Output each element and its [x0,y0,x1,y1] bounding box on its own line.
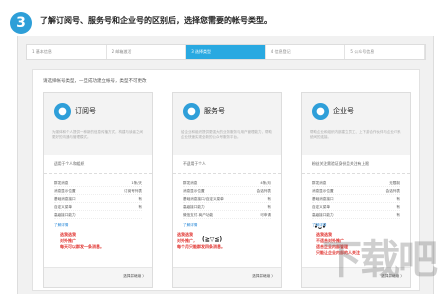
feature-row: 基础消息接口有 [312,197,400,203]
learn-more-link[interactable]: 了解详情 [44,219,152,232]
step-number-badge: 3 [10,12,32,34]
card-audience: 不适用于个人 [173,155,281,174]
card-audience: 适用于个人和组织 [44,155,152,174]
subscription-account-card[interactable]: ● 订阅号 为媒体和个人提供一种新的信息传播方式，构建与读者之间更好的沟通与管理… [43,92,153,288]
feature-row: 自定义菜单有 [54,205,142,211]
feature-row: 基础消息接口/自定义菜单有 [183,197,271,203]
feature-row: 消息显示位置 会话列表 [183,189,271,195]
feature-row: 高级接口能力 [54,211,142,219]
step-email-activation: 2 邮箱激活 [107,45,187,59]
page-header: 3 了解订阅号、服务号和企业号的区别后，选择您需要的帐号类型。 [0,0,448,36]
speech-bubble-icon: ● [54,103,71,120]
card-audience: 粉丝关注需验证身份且关注有上限 [302,155,410,174]
feature-row: 基础消息接口有 [54,197,142,203]
card-footer: 选择并继续 〉 [44,267,152,287]
feature-row: 高级接口能力有 [312,213,400,219]
feature-row: 消息显示位置 订阅号列表 [54,189,142,195]
card-header: ● 订阅号 为媒体和个人提供一种新的信息传播方式，构建与读者之间更好的沟通与管理… [44,93,152,155]
feature-row: 自定义菜单有 [312,205,400,211]
card-header: ● 服务号 给企业和组织提供更强大的业务服务与用户管理能力，帮助企业快速实现全新… [173,93,281,155]
learn-more-link[interactable]: 了解详情 [173,219,281,232]
step-info-registration: 4 信息登记 [266,45,346,59]
feature-row: 微信支付-商户功能 可申请 [183,213,271,219]
feature-list: 群发消息 4条/月 消息显示位置 会话列表 基础消息接口/自定义菜单有 高级接口能力… [173,179,281,219]
card-description: 帮助企业和组织内部建立员工、上下游合作伙伴与企业IT系统间的连接。 [310,130,401,139]
globe-icon: ● [312,103,329,120]
select-continue-button[interactable]: 选择并继续 〉 [252,274,275,279]
person-icon: ● [183,103,200,120]
feature-row: 群发消息 1条/天 [54,181,142,187]
card-description: 为媒体和个人提供一种新的信息传播方式，构建与读者之间更好的沟通与管理模式。 [52,130,143,139]
select-continue-button[interactable]: 选择并继续 〉 [123,274,146,279]
card-title: 企业号 [333,107,354,115]
page-title: 了解订阅号、服务号和企业号的区别后，选择您需要的帐号类型。 [40,16,272,25]
card-header: ● 企业号 帮助企业和组织内部建立员工、上下游合作伙伴与企业IT系统间的连接。 [302,93,410,155]
emoticon: (≧▽≦) [202,236,223,243]
step-select-type: 3 选择类型 [186,45,266,59]
feature-row: 群发消息 4条/月 [183,181,271,187]
annotation-note: 选我选我 对外推广 每天可以群发一条消息。 [60,232,104,249]
card-title: 订阅号 [75,107,96,115]
feature-row: 消息显示位置 会话列表 [312,189,400,195]
card-description: 给企业和组织提供更强大的业务服务与用户管理能力，帮助企业快速实现全新的公众号服务… [181,130,272,139]
step-basic-info: 1 基本信息 [27,45,107,59]
type-hint-text: 请选择帐号类型，一旦成功建立帐号，类型不可更改 [43,79,147,84]
feature-list: 群发消息 1条/天 消息显示位置 订阅号列表 基础消息接口有 自定义菜单有 高级接口… [44,179,152,219]
service-account-card[interactable]: ● 服务号 给企业和组织提供更强大的业务服务与用户管理能力，帮助企业快速实现全新… [172,92,282,288]
card-title: 服务号 [204,107,225,115]
feature-row: 群发消息 无限制 [312,181,400,187]
step-progress-bar: 1 基本信息 2 邮箱激活 3 选择类型 4 信息登记 5 公众号信息 [26,44,426,60]
feature-row: 高级接口能力有 [183,205,271,211]
step-account-info: 5 公众号信息 [345,45,425,59]
card-footer: 选择并继续 〉 [173,267,281,287]
watermark: 下载吧 [322,236,438,283]
feature-list: 群发消息 无限制 消息显示位置 会话列表 基础消息接口有 自定义菜单有 高级接口能力… [302,179,410,219]
